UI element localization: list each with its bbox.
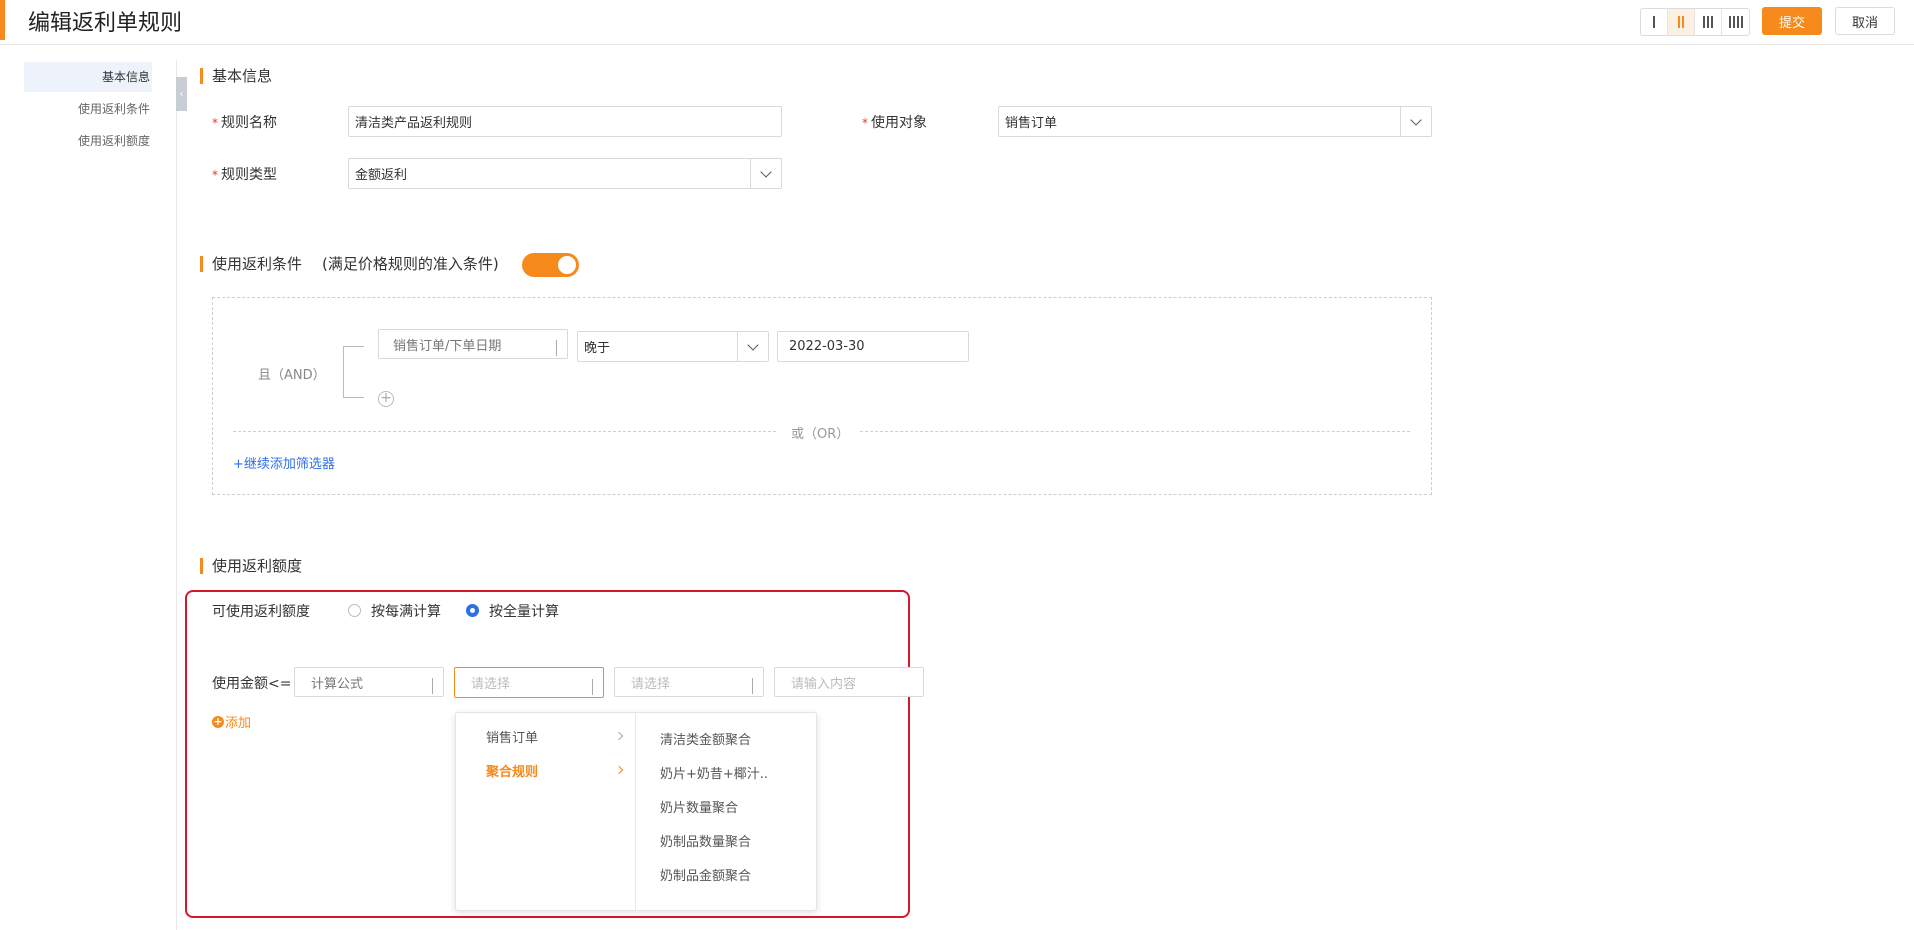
chevron-down-icon — [556, 340, 557, 356]
cascader-option[interactable]: 奶制品金额聚合 — [660, 865, 751, 884]
radio-per-threshold[interactable] — [348, 604, 361, 617]
cancel-button[interactable]: 取消 — [1835, 7, 1895, 35]
section-title-quota: 使用返利额度 — [212, 557, 303, 575]
or-divider-right — [860, 431, 1410, 432]
condition-field-select[interactable]: 销售订单/下单日期 — [378, 329, 568, 359]
radio-per-threshold-label[interactable]: 按每满计算 — [371, 601, 441, 621]
chevron-up-icon — [592, 679, 593, 695]
rule-type-select[interactable]: 金额返利 — [348, 158, 782, 189]
cascader-option[interactable]: 奶片+奶昔+椰汁.. — [660, 763, 768, 782]
submit-button[interactable]: 提交 — [1762, 7, 1822, 35]
sidebar-divider — [176, 60, 177, 930]
chevron-left-icon: ‹ — [179, 88, 184, 100]
formula-select-value: 计算公式 — [311, 676, 364, 692]
rule-type-select-value: 金额返利 — [355, 168, 408, 183]
section-marker — [200, 256, 203, 272]
cascader-item-aggregation-rule[interactable]: 聚合规则 — [486, 761, 538, 780]
radio-full-amount-label[interactable]: 按全量计算 — [489, 601, 559, 621]
layout-3-column-button[interactable] — [1695, 9, 1722, 35]
chevron-down-icon — [750, 159, 781, 188]
chevron-down-icon — [432, 678, 433, 694]
column-layout-switcher — [1640, 8, 1750, 36]
section-title-basic: 基本信息 — [212, 67, 273, 85]
add-button-label: 添加 — [225, 716, 252, 731]
add-filter-link[interactable]: +继续添加筛选器 — [233, 453, 335, 472]
chevron-down-icon — [737, 332, 768, 361]
four-column-icon — [1740, 16, 1743, 28]
one-column-icon — [1653, 16, 1655, 28]
select-two[interactable]: 请选择 — [614, 667, 764, 697]
section-marker — [200, 558, 203, 574]
rule-name-input[interactable]: 清洁类产品返利规则 — [348, 106, 782, 137]
condition-operator-select[interactable]: 晚于 — [577, 331, 769, 362]
sidebar-collapse-toggle[interactable]: ‹ — [176, 77, 187, 111]
section-title-conditions: 使用返利条件 — [212, 255, 303, 273]
required-mark: * — [862, 116, 868, 130]
or-divider-left — [233, 431, 776, 432]
two-column-icon — [1682, 16, 1684, 28]
layout-2-column-button[interactable] — [1668, 9, 1695, 35]
target-label: 使用对象 — [871, 115, 927, 131]
chevron-right-icon — [614, 765, 624, 775]
sidebar-item-basic-info[interactable]: 基本信息 — [24, 62, 152, 92]
cascader-option[interactable]: 奶制品数量聚合 — [660, 831, 751, 850]
chevron-down-icon — [1400, 107, 1431, 136]
required-mark: * — [212, 116, 218, 130]
chevron-down-icon — [752, 678, 753, 694]
page-header — [0, 0, 1914, 45]
condition-operator-value: 晚于 — [584, 341, 611, 356]
cascader-option[interactable]: 奶片数量聚合 — [660, 797, 738, 816]
rule-type-label: 规则类型 — [221, 167, 277, 183]
plus-circle-icon: + — [212, 714, 224, 728]
add-button[interactable]: + 添加 — [212, 712, 251, 731]
sidebar-item-conditions[interactable]: 使用返利条件 — [24, 94, 152, 124]
conditions-subtitle: (满足价格规则的准入条件) — [322, 255, 499, 273]
page-title: 编辑返利单规则 — [28, 11, 183, 36]
header-accent-bar — [0, 0, 5, 40]
layout-4-column-button[interactable] — [1722, 9, 1749, 35]
toggle-knob — [558, 256, 576, 274]
radio-full-amount[interactable] — [466, 604, 479, 617]
formula-select[interactable]: 计算公式 — [294, 667, 444, 697]
cascader-divider — [635, 713, 636, 910]
target-select[interactable]: 销售订单 — [998, 106, 1432, 137]
target-select-value: 销售订单 — [1005, 116, 1058, 131]
or-label: 或（OR） — [791, 427, 850, 442]
sidebar-item-quota[interactable]: 使用返利额度 — [24, 126, 152, 156]
content-input-placeholder: 请输入内容 — [791, 676, 857, 692]
rule-name-label: 规则名称 — [221, 115, 277, 131]
available-quota-label: 可使用返利额度 — [212, 604, 310, 620]
cascader-option[interactable]: 清洁类金额聚合 — [660, 729, 751, 748]
content-input[interactable]: 请输入内容 — [774, 667, 924, 697]
conditions-box — [212, 297, 1432, 495]
amount-label: 使用金额<= — [212, 676, 292, 692]
three-column-icon — [1711, 16, 1713, 28]
required-mark: * — [212, 168, 218, 182]
select-one[interactable]: 请选择 — [454, 667, 604, 698]
cascader-item-sales-order[interactable]: 销售订单 — [486, 727, 538, 746]
condition-date-input[interactable]: 2022-03-30 — [777, 331, 969, 362]
and-bracket — [343, 346, 364, 398]
section-marker — [200, 68, 203, 84]
condition-field-value: 销售订单/下单日期 — [393, 338, 502, 354]
select-one-placeholder: 请选择 — [471, 677, 511, 692]
select-two-placeholder: 请选择 — [631, 676, 671, 692]
conditions-toggle[interactable] — [522, 253, 579, 277]
and-label: 且（AND） — [258, 368, 326, 383]
chevron-right-icon — [614, 731, 624, 741]
cascader-dropdown: 销售订单 聚合规则 清洁类金额聚合 奶片+奶昔+椰汁.. 奶片数量聚合 奶制品数… — [455, 712, 817, 911]
layout-1-column-button[interactable] — [1641, 9, 1668, 35]
add-condition-icon[interactable]: + — [378, 391, 394, 407]
